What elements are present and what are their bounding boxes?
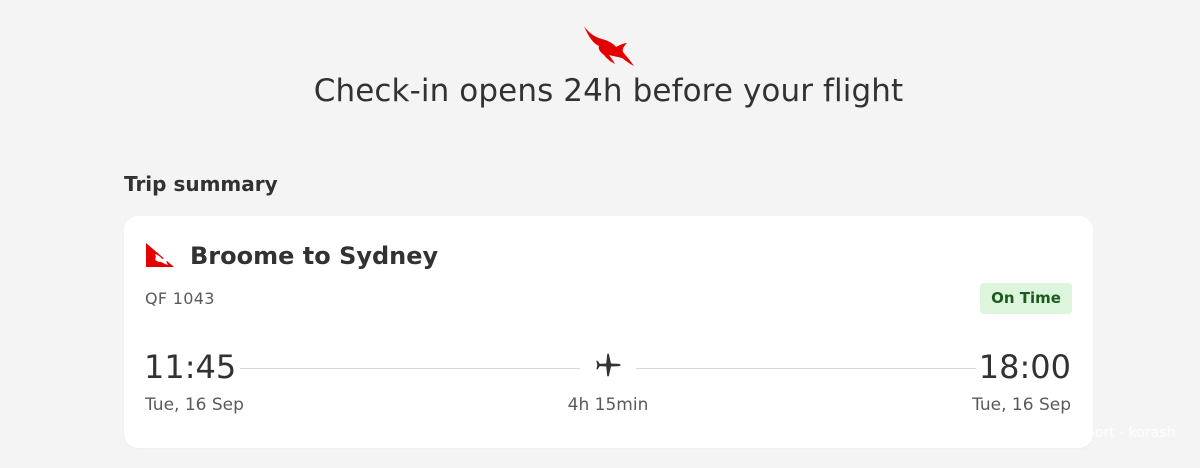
watermark-text: port - korash <box>1086 425 1176 441</box>
arrival-date: Tue, 16 Sep <box>972 395 1071 415</box>
route-line-left <box>240 368 580 369</box>
flight-number: QF 1043 <box>145 289 215 308</box>
route-line-right <box>636 368 976 369</box>
qantas-tail-icon <box>146 243 174 267</box>
departure-date: Tue, 16 Sep <box>145 395 244 415</box>
departure-time: 11:45 <box>144 348 237 386</box>
status-badge: On Time <box>980 283 1072 314</box>
flight-duration: 4h 15min <box>567 395 649 415</box>
arrival-time: 18:00 <box>978 348 1071 386</box>
qantas-kangaroo-icon <box>584 26 634 66</box>
airplane-icon <box>596 353 621 377</box>
trip-summary-heading: Trip summary <box>124 172 278 196</box>
page-title: Check-in opens 24h before your flight <box>313 73 904 109</box>
checkin-page: Check-in opens 24h before your flight Tr… <box>0 0 1200 468</box>
route-title: Broome to Sydney <box>190 242 439 270</box>
trip-summary-card[interactable]: Broome to Sydney QF 1043 On Time 11:45 T… <box>124 216 1093 448</box>
